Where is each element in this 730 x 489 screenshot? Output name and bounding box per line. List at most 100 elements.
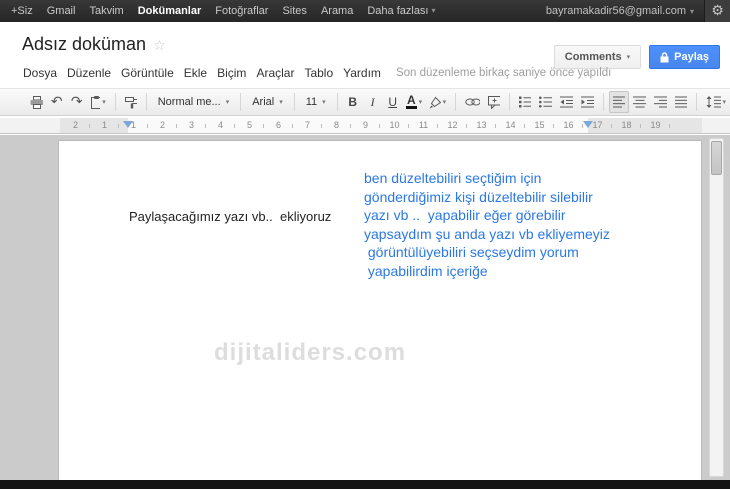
font-dropdown[interactable]: Arial ▾: [246, 91, 289, 113]
left-indent-marker[interactable]: [123, 121, 133, 128]
decrease-indent-icon: [560, 96, 573, 108]
document-text-line: yazı vb .. yapabilir eğer görebilir: [364, 207, 566, 223]
ruler-number: 3: [177, 118, 206, 133]
menu-tablo[interactable]: Tablo: [299, 66, 338, 80]
web-clipboard-button[interactable]: ▾: [87, 91, 110, 113]
document-page[interactable]: Paylaşacağımız yazı vb.. ekliyoruz ben d…: [58, 140, 702, 480]
chevron-down-icon: ▾: [418, 98, 423, 106]
menu-ekle[interactable]: Ekle: [179, 66, 212, 80]
highlight-color-button[interactable]: ▾: [425, 91, 450, 113]
document-blue-text: ben düzeltebiliri seçtiğim için gönderdiğ…: [364, 169, 610, 280]
document-text-line: görüntülüyebiliri seçseydim yorum: [364, 244, 579, 260]
doc-title-row: Adsız doküman ☆: [22, 34, 166, 55]
undo-button[interactable]: ↶: [47, 91, 67, 113]
gear-icon: ⚙: [711, 3, 724, 19]
redo-icon: ↷: [70, 94, 83, 110]
ruler-number: 1: [90, 118, 119, 133]
menu-araclar[interactable]: Araçlar: [251, 66, 299, 80]
topbar-item-sites[interactable]: Sites: [275, 0, 313, 22]
scrollbar-thumb[interactable]: [711, 141, 722, 175]
topbar-item-plus-siz[interactable]: +Siz: [4, 0, 40, 22]
settings-gear-button[interactable]: ⚙: [704, 0, 730, 22]
topbar-item-dokumanlar[interactable]: Dokümanlar: [131, 0, 209, 22]
account-email: bayramakadir56@gmail.com: [545, 5, 686, 17]
right-indent-marker[interactable]: [583, 121, 593, 128]
insert-link-button[interactable]: [461, 91, 484, 113]
share-button[interactable]: Paylaş: [649, 45, 720, 69]
highlight-color-icon: [429, 96, 441, 108]
decrease-indent-button[interactable]: [556, 91, 577, 113]
print-icon: [30, 95, 43, 109]
google-bar-nav: +Siz Gmail Takvim Dokümanlar Fotoğraflar…: [0, 0, 443, 22]
styles-dropdown-value: Normal me...: [157, 96, 221, 108]
ruler-number: 15: [525, 118, 554, 133]
bottom-black-bar: [0, 480, 730, 489]
chevron-down-icon: ▾: [225, 98, 230, 106]
align-right-icon: [654, 96, 667, 108]
chevron-down-icon: ▾: [442, 98, 447, 106]
bulleted-list-button[interactable]: [535, 91, 556, 113]
toolbar-separator: [602, 93, 604, 111]
align-left-button[interactable]: [608, 91, 630, 113]
topbar-item-arama[interactable]: Arama: [314, 0, 360, 22]
vertical-scrollbar[interactable]: [709, 138, 724, 477]
toolbar: ↶ ↷ ▾ Normal me... ▾ Arial ▾ 11 ▾ B I U …: [0, 88, 730, 116]
menu-goruntule[interactable]: Görüntüle: [116, 66, 179, 80]
menu-yardim[interactable]: Yardım: [338, 66, 386, 80]
undo-icon: ↶: [50, 94, 63, 110]
topbar-item-takvim[interactable]: Takvim: [82, 0, 130, 22]
bold-icon: B: [348, 95, 357, 109]
align-left-icon: [612, 96, 626, 108]
toolbar-separator: [114, 93, 116, 111]
topbar-item-gmail[interactable]: Gmail: [40, 0, 83, 22]
paint-format-icon: [124, 96, 137, 108]
ruler-number: 16: [554, 118, 583, 133]
ruler-number: 11: [409, 118, 438, 133]
more-label: Daha fazlası: [367, 5, 429, 17]
styles-dropdown[interactable]: Normal me... ▾: [152, 91, 235, 113]
print-button[interactable]: [26, 91, 47, 113]
ruler-number: 4: [206, 118, 235, 133]
font-size-dropdown[interactable]: 11 ▾: [300, 91, 332, 113]
text-color-icon: A: [405, 93, 417, 109]
increase-indent-button[interactable]: [577, 91, 598, 113]
topbar-item-more[interactable]: Daha fazlası ▾: [360, 0, 442, 22]
chevron-down-icon: ▾: [102, 98, 106, 106]
align-justify-icon: [674, 96, 688, 108]
italic-icon: I: [370, 95, 375, 109]
menu-bicim[interactable]: Biçim: [212, 66, 251, 80]
account-menu[interactable]: bayramakadir56@gmail.com ▾: [536, 5, 704, 17]
numbered-list-button[interactable]: [515, 91, 536, 113]
topbar-item-fotograflar[interactable]: Fotoğraflar: [208, 0, 275, 22]
underline-button[interactable]: U: [383, 91, 403, 113]
document-text-line: ben düzeltebiliri seçtiğim için: [364, 170, 542, 186]
menu-duzenle[interactable]: Düzenle: [62, 66, 116, 80]
menu-dosya[interactable]: Dosya: [18, 66, 62, 80]
chevron-down-icon: ▾: [626, 53, 631, 61]
italic-button[interactable]: I: [363, 91, 383, 113]
align-justify-button[interactable]: [671, 91, 692, 113]
chevron-down-icon: ▾: [322, 98, 326, 106]
paint-format-button[interactable]: [121, 91, 141, 113]
font-dropdown-value: Arial: [252, 96, 275, 108]
star-icon[interactable]: ☆: [153, 38, 166, 54]
align-right-button[interactable]: [650, 91, 671, 113]
text-color-button[interactable]: A ▾: [403, 91, 426, 113]
document-paragraph: Paylaşacağımız yazı vb.. ekliyoruz: [129, 209, 332, 224]
bold-button[interactable]: B: [343, 91, 363, 113]
ruler-number: 8: [322, 118, 351, 133]
document-canvas: Paylaşacağımız yazı vb.. ekliyoruz ben d…: [0, 135, 730, 480]
last-edit-status: Son düzenleme birkaç saniye önce yapıldı: [395, 67, 612, 79]
google-bar-right: bayramakadir56@gmail.com ▾ ⚙: [536, 0, 730, 22]
page-title[interactable]: Adsız doküman: [22, 34, 146, 55]
redo-button[interactable]: ↷: [67, 91, 87, 113]
insert-comment-button[interactable]: [484, 91, 504, 113]
line-spacing-button[interactable]: ▾: [702, 91, 730, 113]
document-text-line: yapsaydım şu anda yazı vb ekliyemeyiz: [364, 225, 610, 242]
document-text-line: yapabilirdim içeriğe: [364, 262, 488, 279]
toolbar-separator: [696, 93, 698, 111]
ruler-number: 9: [351, 118, 380, 133]
menubar: Dosya Düzenle Görüntüle Ekle Biçim Araçl…: [0, 63, 611, 83]
align-center-button[interactable]: [629, 91, 650, 113]
toolbar-separator: [508, 93, 510, 111]
